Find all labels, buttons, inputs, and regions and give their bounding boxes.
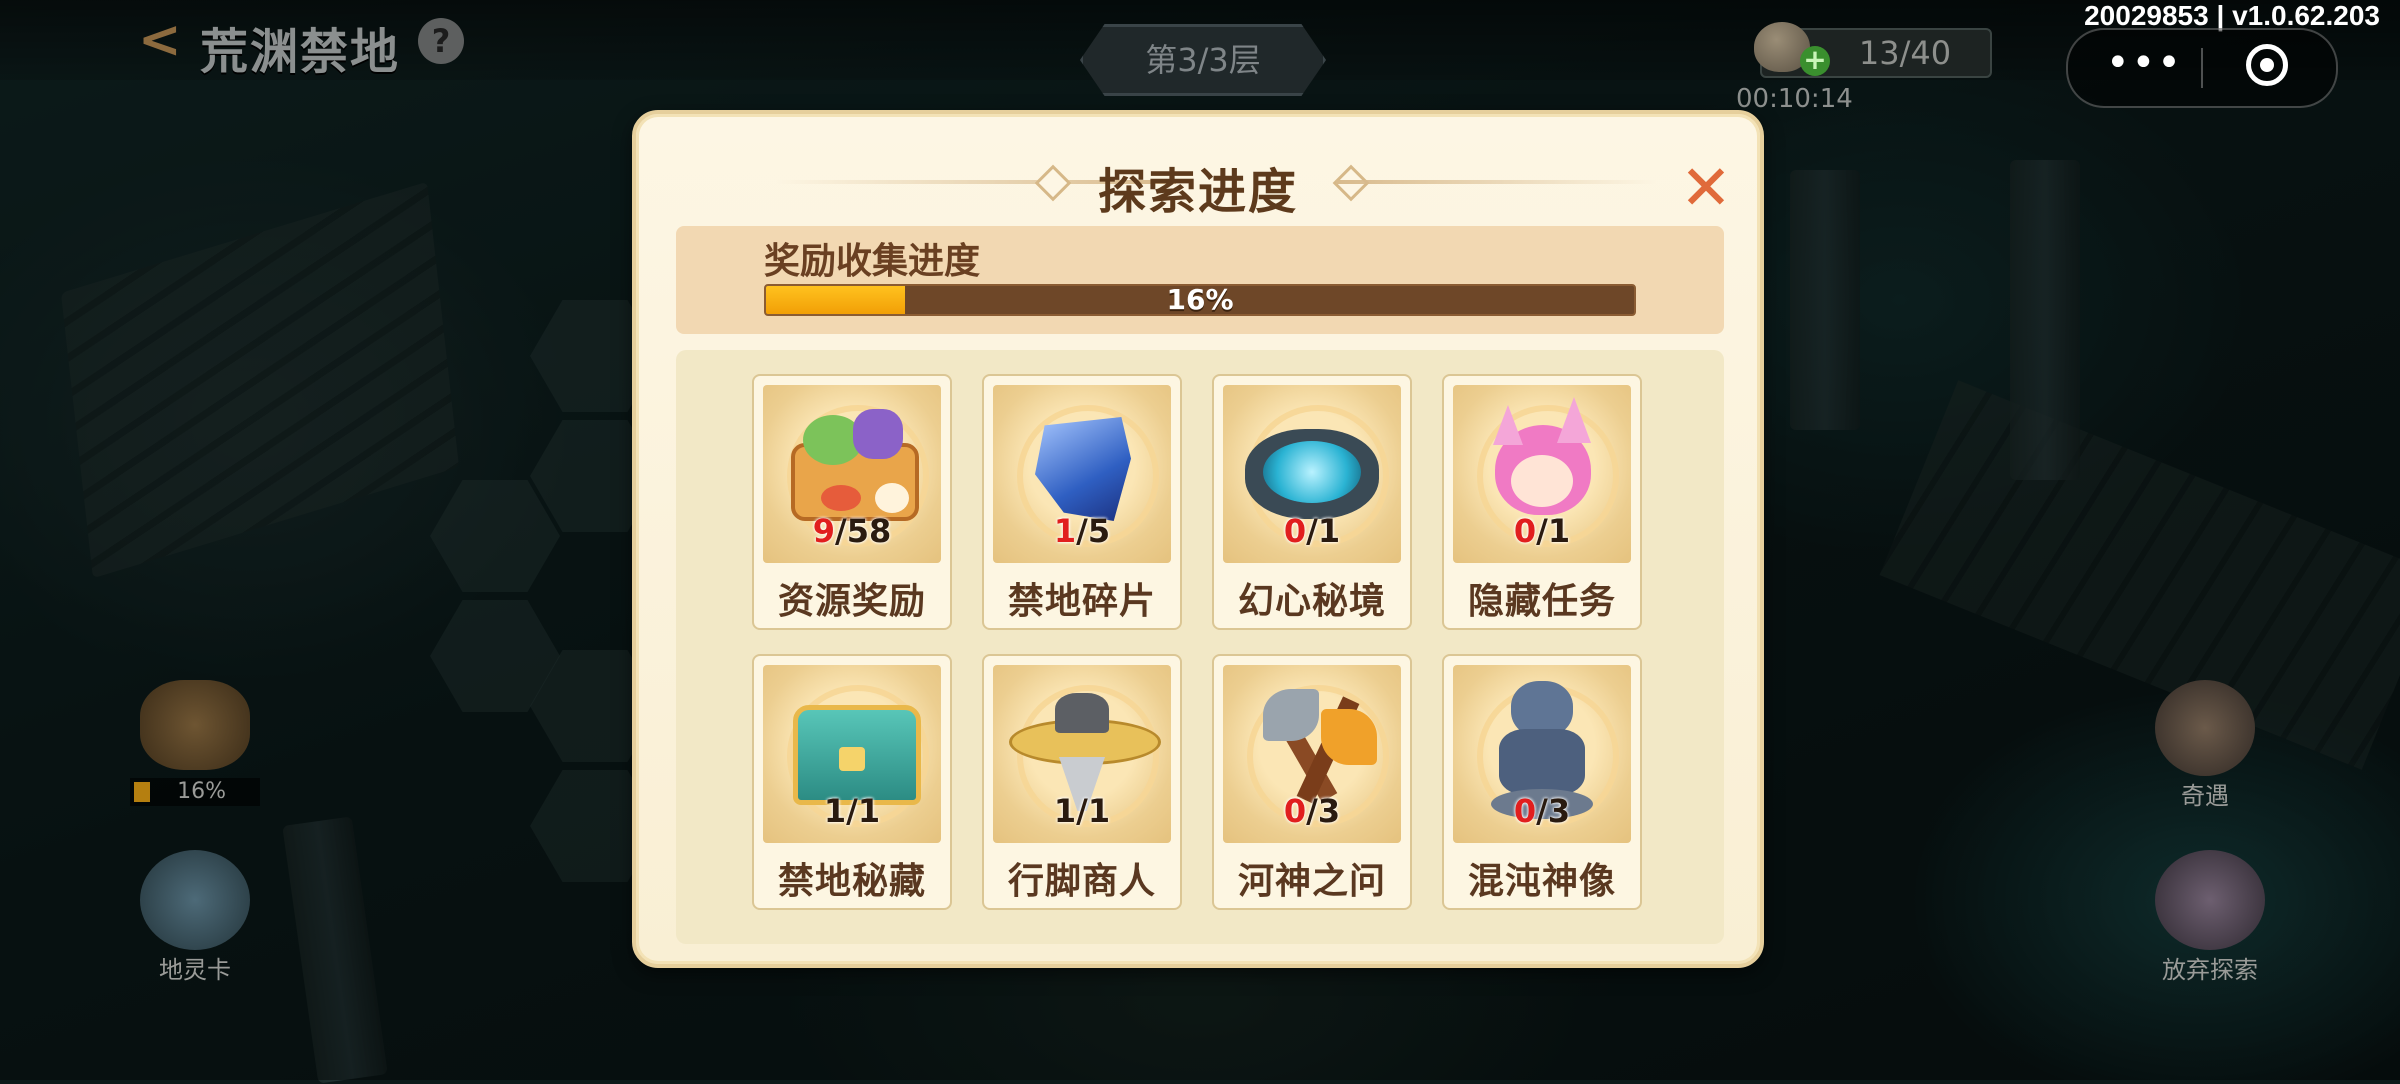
- category-count: 0/1: [1444, 512, 1640, 550]
- shovel-button[interactable]: [130, 680, 260, 770]
- count-separator: /: [846, 792, 858, 830]
- count-total: 58: [846, 512, 892, 550]
- category-name: 河神之问: [1237, 861, 1386, 902]
- count-current: 0: [1283, 512, 1307, 550]
- scroll-icon: [2155, 680, 2255, 776]
- count-separator: /: [1536, 512, 1548, 550]
- reward-progress-text: 16%: [1166, 284, 1234, 316]
- encounter-button[interactable]: 奇遇: [2140, 680, 2270, 811]
- floor-indicator: 第3/3层: [1080, 24, 1326, 96]
- category-count: 9/58: [754, 512, 950, 550]
- category-name: 行脚商人: [1007, 861, 1156, 902]
- crystal-icon: [2155, 850, 2265, 950]
- count-total: 1: [1547, 512, 1571, 550]
- capsule-divider: [2201, 48, 2203, 88]
- category-name: 幻心秘境: [1237, 581, 1386, 622]
- category-name: 禁地秘藏: [777, 861, 926, 902]
- mini-progress-label: 16%: [130, 778, 260, 806]
- count-total: 1: [857, 792, 881, 830]
- back-arrow-icon[interactable]: <: [138, 12, 188, 68]
- more-menu-icon[interactable]: •••: [2106, 40, 2183, 86]
- category-name: 混沌神像: [1467, 861, 1616, 902]
- reward-progress-label: 奖励收集进度: [764, 241, 981, 282]
- count-current: 0: [1513, 512, 1537, 550]
- category-name: 隐藏任务: [1467, 581, 1616, 622]
- count-current: 0: [1513, 792, 1537, 830]
- category-card[interactable]: 9/58 资源奖励: [752, 374, 952, 630]
- count-separator: /: [1306, 792, 1318, 830]
- exploration-progress-dialog: 探索进度 ✕ 奖励收集进度 16% 9/58 资源奖励 1/5 禁地碎片 0/1 幻心秘境…: [632, 110, 1764, 968]
- category-card[interactable]: 1/5 禁地碎片: [982, 374, 1182, 630]
- count-current: 1: [1053, 792, 1077, 830]
- spirit-card-button[interactable]: 地灵卡: [125, 850, 265, 985]
- close-miniprogram-icon[interactable]: [2246, 44, 2288, 86]
- category-name: 资源奖励: [777, 581, 926, 622]
- count-total: 3: [1317, 792, 1341, 830]
- dialog-title: 探索进度: [1097, 164, 1298, 220]
- add-energy-button[interactable]: +: [1800, 46, 1830, 76]
- encounter-label: 奇遇: [2181, 782, 2229, 810]
- help-icon[interactable]: ?: [418, 18, 464, 64]
- category-count: 1/1: [984, 792, 1180, 830]
- category-grid: 9/58 资源奖励 1/5 禁地碎片 0/1 幻心秘境 0/1 隐藏任务 1/1 禁地秘藏 1/1 行…: [676, 350, 1724, 944]
- count-total: 3: [1547, 792, 1571, 830]
- category-count: 1/5: [984, 512, 1180, 550]
- count-total: 1: [1317, 512, 1341, 550]
- map-card-icon: [140, 850, 250, 950]
- count-separator: /: [1306, 512, 1318, 550]
- count-current: 9: [812, 512, 836, 550]
- energy-timer: 00:10:14: [1736, 84, 1853, 114]
- mini-progress-fill: [134, 782, 150, 802]
- count-current: 1: [1053, 512, 1077, 550]
- category-count: 0/3: [1444, 792, 1640, 830]
- count-current: 1: [823, 792, 847, 830]
- category-count: 0/3: [1214, 792, 1410, 830]
- abandon-exploration-label: 放弃探索: [2162, 956, 2258, 984]
- energy-count: 13/40: [1858, 34, 1952, 72]
- category-card[interactable]: 1/1 行脚商人: [982, 654, 1182, 910]
- page-title: 荒渊禁地: [200, 24, 401, 80]
- close-icon[interactable]: ✕: [1676, 157, 1736, 219]
- reward-progress-section: 奖励收集进度 16%: [676, 226, 1724, 334]
- abandon-exploration-button[interactable]: 放弃探索: [2130, 850, 2290, 985]
- count-separator: /: [835, 512, 847, 550]
- count-total: 1: [1087, 792, 1111, 830]
- count-separator: /: [1076, 792, 1088, 830]
- count-separator: /: [1536, 792, 1548, 830]
- count-separator: /: [1076, 512, 1088, 550]
- title-ornament-right: [1336, 180, 1656, 184]
- count-current: 0: [1283, 792, 1307, 830]
- shovel-icon: [140, 680, 250, 770]
- category-card[interactable]: 0/3 混沌神像: [1442, 654, 1642, 910]
- category-card[interactable]: 0/1 幻心秘境: [1212, 374, 1412, 630]
- miniprogram-capsule: •••: [2066, 28, 2338, 108]
- category-count: 1/1: [754, 792, 950, 830]
- count-total: 5: [1087, 512, 1111, 550]
- category-card[interactable]: 0/3 河神之问: [1212, 654, 1412, 910]
- category-card[interactable]: 0/1 隐藏任务: [1442, 374, 1642, 630]
- reward-progress-bar: 16%: [764, 284, 1636, 316]
- category-count: 0/1: [1214, 512, 1410, 550]
- spirit-card-label: 地灵卡: [159, 956, 231, 984]
- category-name: 禁地碎片: [1007, 581, 1156, 622]
- mini-progress-text: 16%: [177, 779, 226, 804]
- category-card[interactable]: 1/1 禁地秘藏: [752, 654, 952, 910]
